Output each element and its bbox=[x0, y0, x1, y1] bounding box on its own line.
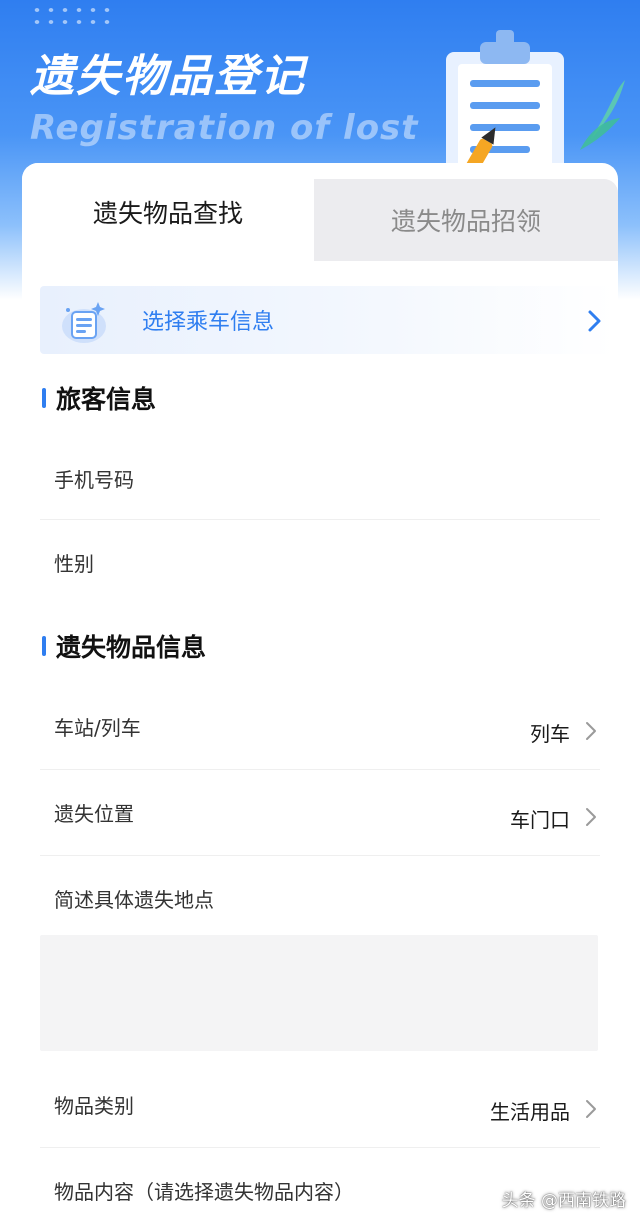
location-description-label: 简述具体遗失地点 bbox=[54, 888, 214, 912]
chevron-right-icon bbox=[586, 1100, 596, 1118]
watermark: 头条 @西南铁路 bbox=[501, 1191, 626, 1211]
item-info-section-title: 遗失物品信息 bbox=[42, 628, 206, 664]
location-description-field: 简述具体遗失地点 bbox=[40, 856, 600, 926]
ticket-icon bbox=[62, 302, 106, 343]
chevron-right-icon bbox=[588, 310, 601, 332]
location-description-textarea[interactable] bbox=[40, 935, 598, 1051]
section-accent-bar bbox=[42, 636, 46, 656]
item-info-heading: 遗失物品信息 bbox=[56, 633, 207, 662]
station-train-field[interactable]: 车站/列车 列车 bbox=[40, 684, 600, 770]
chevron-right-icon bbox=[586, 722, 596, 740]
station-train-value: 列车 bbox=[530, 722, 570, 746]
gender-label: 性别 bbox=[54, 552, 94, 576]
chevron-right-icon bbox=[586, 808, 596, 826]
section-accent-bar bbox=[42, 388, 46, 408]
passenger-info-section-title: 旅客信息 bbox=[42, 380, 156, 416]
gender-field[interactable]: 性别 bbox=[40, 520, 600, 606]
tab-bar: 遗失物品查找 遗失物品招领 bbox=[22, 163, 618, 261]
phone-number-label: 手机号码 bbox=[54, 468, 134, 492]
item-content-label: 物品内容（请选择遗失物品内容） bbox=[54, 1180, 354, 1204]
item-category-label: 物品类别 bbox=[54, 1094, 134, 1118]
passenger-info-heading: 旅客信息 bbox=[56, 385, 157, 414]
tab-lost-item-search[interactable]: 遗失物品查找 bbox=[22, 163, 314, 261]
decorative-dots bbox=[30, 4, 110, 30]
lost-location-value: 车门口 bbox=[510, 808, 570, 832]
select-trip-info-label: 选择乘车信息 bbox=[142, 310, 275, 335]
page-subtitle-en: Registration of lost bbox=[30, 108, 419, 148]
tab-lost-item-claim[interactable]: 遗失物品招领 bbox=[314, 179, 618, 261]
phone-number-field[interactable]: 手机号码 bbox=[40, 434, 600, 520]
page-title: 遗失物品登记 bbox=[30, 51, 306, 102]
item-category-value: 生活用品 bbox=[490, 1100, 570, 1124]
lost-location-field[interactable]: 遗失位置 车门口 bbox=[40, 770, 600, 856]
station-train-label: 车站/列车 bbox=[54, 716, 141, 740]
item-category-field[interactable]: 物品类别 生活用品 bbox=[40, 1062, 600, 1148]
select-trip-info-button[interactable]: 选择乘车信息 bbox=[40, 286, 615, 354]
lost-location-label: 遗失位置 bbox=[54, 802, 134, 826]
